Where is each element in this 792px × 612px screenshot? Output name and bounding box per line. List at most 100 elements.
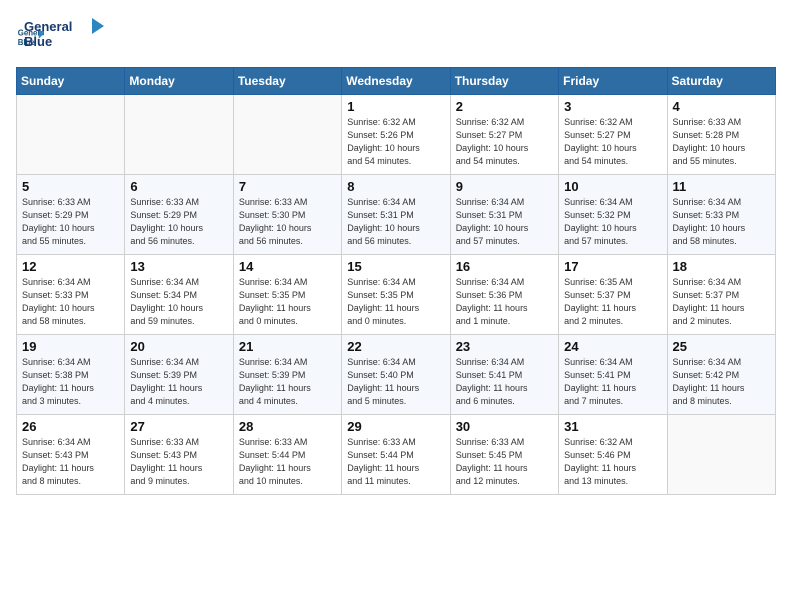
cell-info: Sunrise: 6:33 AM Sunset: 5:43 PM Dayligh… <box>130 436 227 488</box>
day-number: 14 <box>239 259 336 274</box>
calendar-cell: 29 Sunrise: 6:33 AM Sunset: 5:44 PM Dayli… <box>342 415 450 495</box>
cell-info: Sunrise: 6:34 AM Sunset: 5:37 PM Dayligh… <box>673 276 770 328</box>
svg-text:Blue: Blue <box>24 34 52 49</box>
day-number: 26 <box>22 419 119 434</box>
day-number: 18 <box>673 259 770 274</box>
cell-info: Sunrise: 6:32 AM Sunset: 5:27 PM Dayligh… <box>456 116 553 168</box>
calendar-cell <box>233 95 341 175</box>
header-tuesday: Tuesday <box>233 68 341 95</box>
day-number: 31 <box>564 419 661 434</box>
day-number: 28 <box>239 419 336 434</box>
cell-info: Sunrise: 6:33 AM Sunset: 5:44 PM Dayligh… <box>347 436 444 488</box>
cell-info: Sunrise: 6:34 AM Sunset: 5:39 PM Dayligh… <box>239 356 336 408</box>
calendar-cell: 15 Sunrise: 6:34 AM Sunset: 5:35 PM Dayli… <box>342 255 450 335</box>
calendar-cell: 21 Sunrise: 6:34 AM Sunset: 5:39 PM Dayli… <box>233 335 341 415</box>
day-number: 16 <box>456 259 553 274</box>
day-number: 10 <box>564 179 661 194</box>
cell-info: Sunrise: 6:33 AM Sunset: 5:28 PM Dayligh… <box>673 116 770 168</box>
cell-info: Sunrise: 6:34 AM Sunset: 5:42 PM Dayligh… <box>673 356 770 408</box>
day-number: 12 <box>22 259 119 274</box>
cell-info: Sunrise: 6:34 AM Sunset: 5:43 PM Dayligh… <box>22 436 119 488</box>
calendar-cell: 3 Sunrise: 6:32 AM Sunset: 5:27 PM Daylig… <box>559 95 667 175</box>
cell-info: Sunrise: 6:33 AM Sunset: 5:45 PM Dayligh… <box>456 436 553 488</box>
header-monday: Monday <box>125 68 233 95</box>
day-number: 25 <box>673 339 770 354</box>
header-thursday: Thursday <box>450 68 558 95</box>
day-number: 9 <box>456 179 553 194</box>
cell-info: Sunrise: 6:32 AM Sunset: 5:26 PM Dayligh… <box>347 116 444 168</box>
header-wednesday: Wednesday <box>342 68 450 95</box>
calendar-cell: 13Sunrise: 6:34 AM Sunset: 5:34 PM Dayli… <box>125 255 233 335</box>
cell-info: Sunrise: 6:34 AM Sunset: 5:39 PM Dayligh… <box>130 356 227 408</box>
day-number: 21 <box>239 339 336 354</box>
calendar-cell <box>667 415 775 495</box>
calendar-cell: 4 Sunrise: 6:33 AM Sunset: 5:28 PM Daylig… <box>667 95 775 175</box>
cell-info: Sunrise: 6:32 AM Sunset: 5:46 PM Dayligh… <box>564 436 661 488</box>
calendar-cell: 18 Sunrise: 6:34 AM Sunset: 5:37 PM Dayli… <box>667 255 775 335</box>
calendar-cell: 19 Sunrise: 6:34 AM Sunset: 5:38 PM Dayli… <box>17 335 125 415</box>
cell-info: Sunrise: 6:34 AM Sunset: 5:31 PM Dayligh… <box>347 196 444 248</box>
cell-info: Sunrise: 6:34 AM Sunset: 5:41 PM Dayligh… <box>564 356 661 408</box>
calendar-cell: 6Sunrise: 6:33 AM Sunset: 5:29 PM Daylig… <box>125 175 233 255</box>
calendar-cell: 12 Sunrise: 6:34 AM Sunset: 5:33 PM Dayli… <box>17 255 125 335</box>
day-number: 15 <box>347 259 444 274</box>
cell-info: Sunrise: 6:32 AM Sunset: 5:27 PM Dayligh… <box>564 116 661 168</box>
cell-info: Sunrise: 6:34 AM Sunset: 5:38 PM Dayligh… <box>22 356 119 408</box>
cell-info: Sunrise: 6:33 AM Sunset: 5:30 PM Dayligh… <box>239 196 336 248</box>
day-number: 4 <box>673 99 770 114</box>
day-number: 29 <box>347 419 444 434</box>
cell-info: Sunrise: 6:34 AM Sunset: 5:36 PM Dayligh… <box>456 276 553 328</box>
calendar-cell <box>125 95 233 175</box>
calendar-cell <box>17 95 125 175</box>
calendar-cell: 5Sunrise: 6:33 AM Sunset: 5:29 PM Daylig… <box>17 175 125 255</box>
day-number: 8 <box>347 179 444 194</box>
calendar-cell: 17 Sunrise: 6:35 AM Sunset: 5:37 PM Dayli… <box>559 255 667 335</box>
calendar-cell: 11Sunrise: 6:34 AM Sunset: 5:33 PM Dayli… <box>667 175 775 255</box>
calendar-week-2: 5Sunrise: 6:33 AM Sunset: 5:29 PM Daylig… <box>17 175 776 255</box>
calendar-cell: 20 Sunrise: 6:34 AM Sunset: 5:39 PM Dayli… <box>125 335 233 415</box>
calendar-cell: 22Sunrise: 6:34 AM Sunset: 5:40 PM Dayli… <box>342 335 450 415</box>
cell-info: Sunrise: 6:34 AM Sunset: 5:31 PM Dayligh… <box>456 196 553 248</box>
cell-info: Sunrise: 6:34 AM Sunset: 5:40 PM Dayligh… <box>347 356 444 408</box>
calendar-cell: 23 Sunrise: 6:34 AM Sunset: 5:41 PM Dayli… <box>450 335 558 415</box>
calendar-cell: 9 Sunrise: 6:34 AM Sunset: 5:31 PM Daylig… <box>450 175 558 255</box>
page-header: General Blue General Blue <box>16 16 776 61</box>
cell-info: Sunrise: 6:34 AM Sunset: 5:33 PM Dayligh… <box>22 276 119 328</box>
calendar-cell: 30 Sunrise: 6:33 AM Sunset: 5:45 PM Dayli… <box>450 415 558 495</box>
calendar-cell: 8 Sunrise: 6:34 AM Sunset: 5:31 PM Daylig… <box>342 175 450 255</box>
day-number: 6 <box>130 179 227 194</box>
calendar-cell: 14 Sunrise: 6:34 AM Sunset: 5:35 PM Dayli… <box>233 255 341 335</box>
day-number: 2 <box>456 99 553 114</box>
calendar-cell: 2 Sunrise: 6:32 AM Sunset: 5:27 PM Daylig… <box>450 95 558 175</box>
day-number: 24 <box>564 339 661 354</box>
calendar-week-1: 1Sunrise: 6:32 AM Sunset: 5:26 PM Daylig… <box>17 95 776 175</box>
calendar-table: SundayMondayTuesdayWednesdayThursdayFrid… <box>16 67 776 495</box>
day-number: 17 <box>564 259 661 274</box>
calendar-header-row: SundayMondayTuesdayWednesdayThursdayFrid… <box>17 68 776 95</box>
day-number: 3 <box>564 99 661 114</box>
calendar-cell: 25 Sunrise: 6:34 AM Sunset: 5:42 PM Dayli… <box>667 335 775 415</box>
cell-info: Sunrise: 6:35 AM Sunset: 5:37 PM Dayligh… <box>564 276 661 328</box>
calendar-cell: 10 Sunrise: 6:34 AM Sunset: 5:32 PM Dayli… <box>559 175 667 255</box>
day-number: 23 <box>456 339 553 354</box>
cell-info: Sunrise: 6:34 AM Sunset: 5:41 PM Dayligh… <box>456 356 553 408</box>
calendar-cell: 31 Sunrise: 6:32 AM Sunset: 5:46 PM Dayli… <box>559 415 667 495</box>
day-number: 30 <box>456 419 553 434</box>
cell-info: Sunrise: 6:34 AM Sunset: 5:34 PM Dayligh… <box>130 276 227 328</box>
calendar-cell: 1Sunrise: 6:32 AM Sunset: 5:26 PM Daylig… <box>342 95 450 175</box>
day-number: 19 <box>22 339 119 354</box>
calendar-cell: 24 Sunrise: 6:34 AM Sunset: 5:41 PM Dayli… <box>559 335 667 415</box>
calendar-cell: 27Sunrise: 6:33 AM Sunset: 5:43 PM Dayli… <box>125 415 233 495</box>
cell-info: Sunrise: 6:34 AM Sunset: 5:35 PM Dayligh… <box>239 276 336 328</box>
calendar-cell: 26 Sunrise: 6:34 AM Sunset: 5:43 PM Dayli… <box>17 415 125 495</box>
cell-info: Sunrise: 6:34 AM Sunset: 5:33 PM Dayligh… <box>673 196 770 248</box>
header-friday: Friday <box>559 68 667 95</box>
cell-info: Sunrise: 6:34 AM Sunset: 5:35 PM Dayligh… <box>347 276 444 328</box>
day-number: 7 <box>239 179 336 194</box>
cell-info: Sunrise: 6:33 AM Sunset: 5:29 PM Dayligh… <box>22 196 119 248</box>
calendar-cell: 16 Sunrise: 6:34 AM Sunset: 5:36 PM Dayli… <box>450 255 558 335</box>
day-number: 20 <box>130 339 227 354</box>
cell-info: Sunrise: 6:34 AM Sunset: 5:32 PM Dayligh… <box>564 196 661 248</box>
calendar-week-4: 19 Sunrise: 6:34 AM Sunset: 5:38 PM Dayli… <box>17 335 776 415</box>
header-saturday: Saturday <box>667 68 775 95</box>
